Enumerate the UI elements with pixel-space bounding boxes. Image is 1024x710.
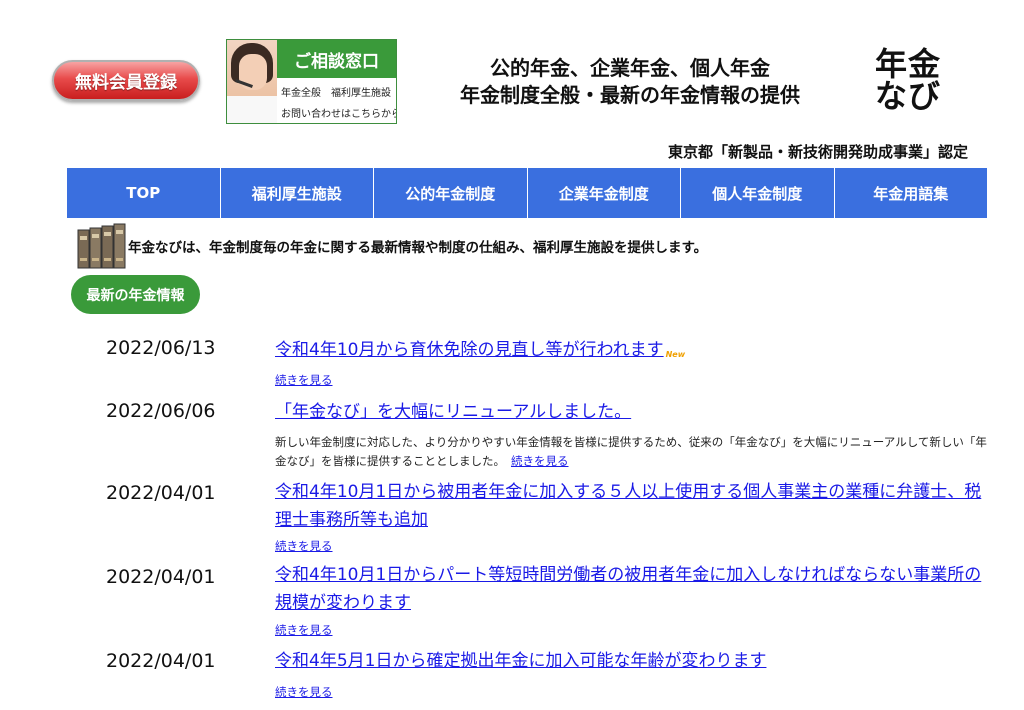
- news-title-link[interactable]: 令和4年10月1日からパート等短時間労働者の被用者年金に加入しなければならない事…: [275, 561, 993, 617]
- certification-text: 東京都「新製品・新技術開発助成事業」認定: [667, 143, 968, 161]
- intro-text: 年金なびは、年金制度毎の年金に関する最新情報や制度の仕組み、福利厚生施設を提供し…: [128, 240, 708, 256]
- site-logo[interactable]: 年金 なび: [862, 48, 954, 112]
- consultation-banner[interactable]: ご相談窓口 年金全般 福利厚生施設 お問い合わせはこちらから: [226, 39, 397, 124]
- news-date: 2022/04/01: [106, 566, 216, 588]
- nav-item-top[interactable]: TOP: [67, 168, 221, 218]
- main-nav: TOP 福利厚生施設 公的年金制度 企業年金制度 個人年金制度 年金用語集: [67, 168, 987, 218]
- news-description: 新しい年金制度に対応した、より分かりやすい年金情報を皆様に提供するため、従来の「…: [275, 433, 995, 471]
- news-title-link[interactable]: 令和4年10月1日から被用者年金に加入する５人以上使用する個人事業主の業種に弁護…: [275, 478, 993, 534]
- nav-item-personal-pension[interactable]: 個人年金制度: [681, 168, 835, 218]
- operator-photo: [227, 40, 277, 123]
- read-more-link[interactable]: 続きを見る: [275, 372, 333, 388]
- books-icon: [77, 223, 126, 269]
- free-signup-button[interactable]: 無料会員登録: [52, 60, 200, 101]
- news-date: 2022/04/01: [106, 650, 216, 672]
- nav-item-welfare-facilities[interactable]: 福利厚生施設: [221, 168, 374, 218]
- nav-item-glossary[interactable]: 年金用語集: [835, 168, 988, 218]
- consultation-contact-text: お問い合わせはこちらから: [281, 109, 397, 120]
- consultation-topics: 年金全般 福利厚生施設: [281, 88, 391, 99]
- new-badge: New: [665, 350, 686, 359]
- news-date: 2022/04/01: [106, 482, 216, 504]
- news-title-link[interactable]: 「年金なび」を大幅にリニューアルしました。: [275, 398, 993, 426]
- news-title-link[interactable]: 令和4年5月1日から確定拠出年金に加入可能な年齢が変わります: [275, 647, 993, 675]
- news-description-text: 新しい年金制度に対応した、より分かりやすい年金情報を皆様に提供するため、従来の「…: [275, 435, 987, 468]
- latest-news-badge: 最新の年金情報: [71, 275, 200, 314]
- nav-item-public-pension[interactable]: 公的年金制度: [374, 168, 528, 218]
- read-more-link[interactable]: 続きを見る: [275, 538, 333, 554]
- headline-line-2: 年金制度全般・最新の年金情報の提供: [460, 83, 800, 107]
- news-date: 2022/06/13: [106, 337, 216, 359]
- nav-item-corporate-pension[interactable]: 企業年金制度: [528, 168, 681, 218]
- site-headline: 公的年金、企業年金、個人年金 年金制度全般・最新の年金情報の提供: [410, 55, 850, 109]
- logo-line-2: なび: [874, 77, 941, 115]
- read-more-link[interactable]: 続きを見る: [275, 622, 333, 638]
- headline-line-1: 公的年金、企業年金、個人年金: [490, 56, 770, 80]
- read-more-link[interactable]: 続きを見る: [275, 684, 333, 700]
- logo-line-1: 年金: [874, 45, 941, 83]
- news-title-text: 令和4年10月から育休免除の見直し等が行われます: [275, 340, 664, 360]
- news-date: 2022/06/06: [106, 400, 216, 422]
- consultation-title: ご相談窓口: [277, 40, 396, 78]
- read-more-link[interactable]: 続きを見る: [511, 454, 569, 468]
- news-title-link[interactable]: 令和4年10月から育休免除の見直し等が行われます New: [275, 336, 993, 369]
